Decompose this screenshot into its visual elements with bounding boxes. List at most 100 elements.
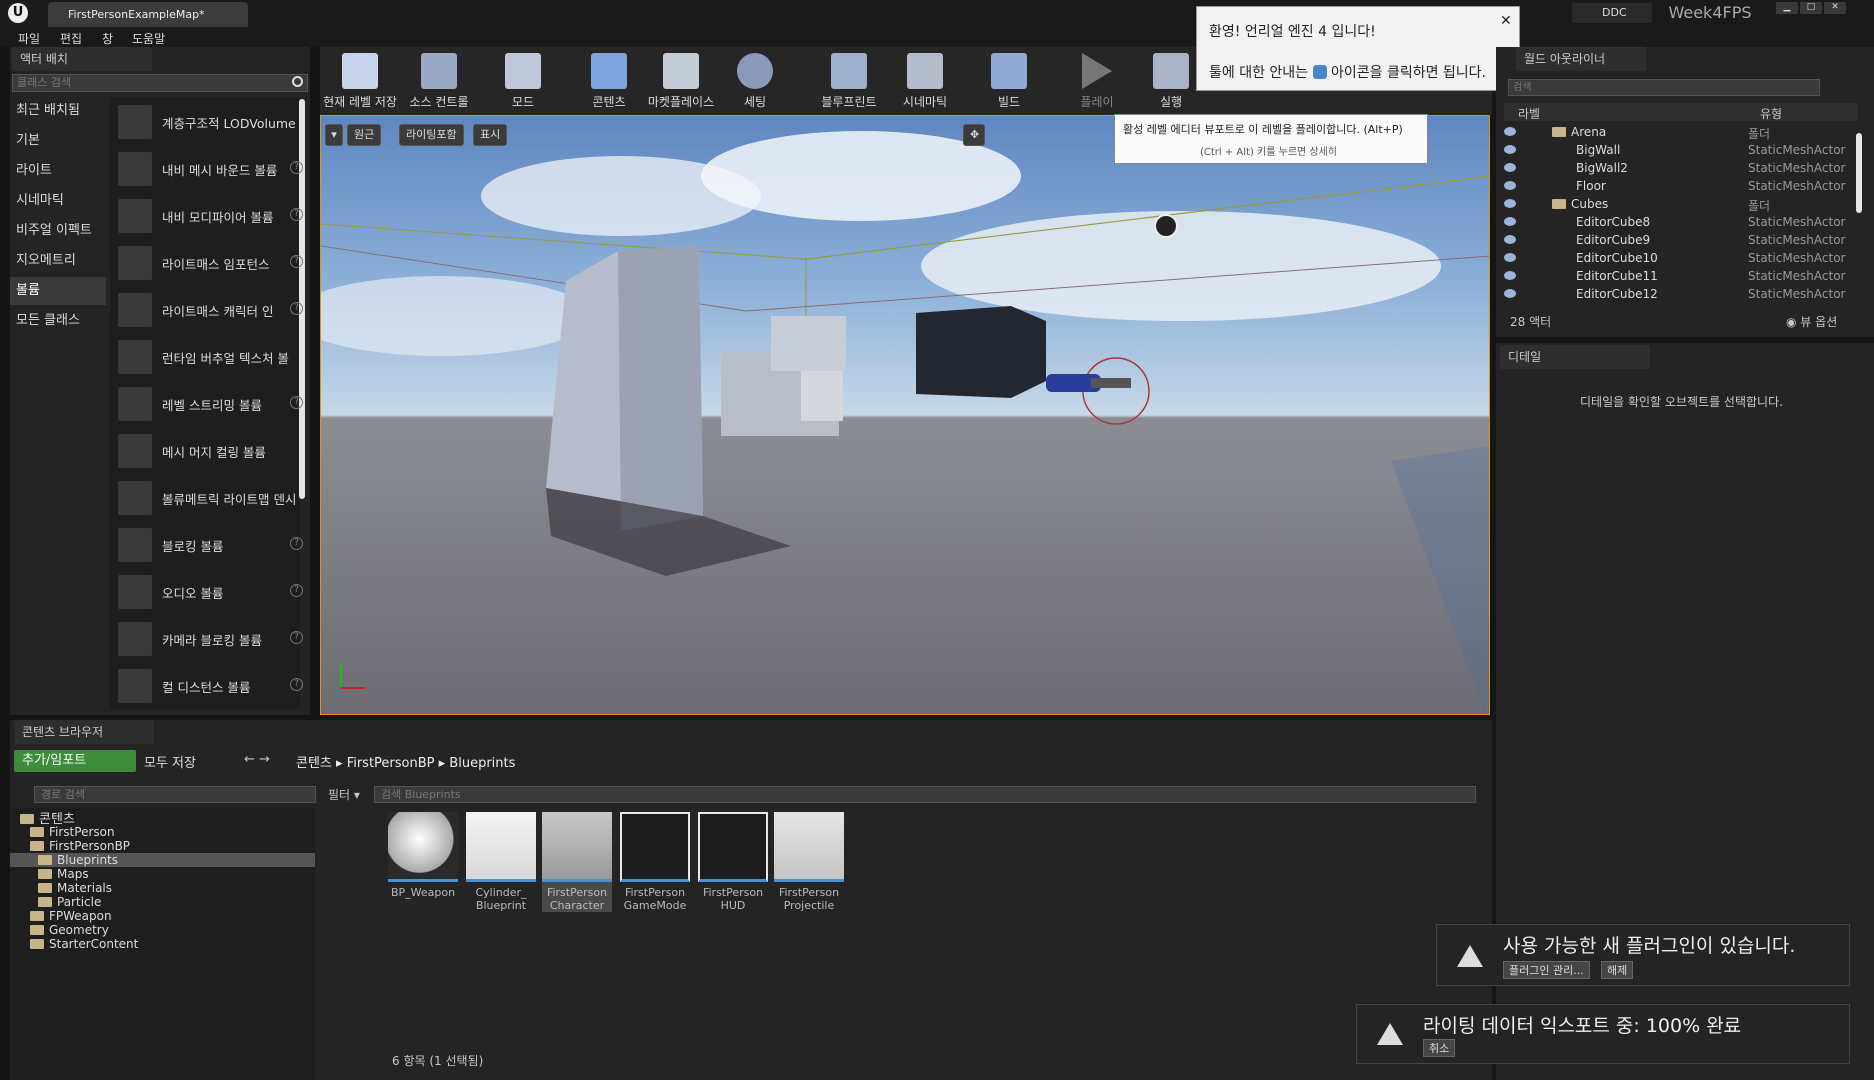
category-visual-effects[interactable]: 비주얼 이펙트 [10, 217, 106, 245]
save-current-level-button[interactable]: 현재 레벨 저장 [322, 47, 398, 115]
breadcrumb-blueprints[interactable]: Blueprints [449, 756, 515, 771]
breadcrumb-firstpersonbp[interactable]: FirstPersonBP [347, 756, 435, 771]
content-button[interactable]: 콘텐츠 [582, 47, 636, 115]
play-button[interactable]: 플레이 [1070, 47, 1124, 115]
view-options-button[interactable]: ◉ 뷰 옵션 [1786, 313, 1837, 330]
tree-item[interactable]: Particle [38, 895, 101, 909]
settings-button[interactable]: 세팅 [728, 47, 782, 115]
blueprints-button[interactable]: 블루프린트 [816, 47, 882, 115]
transform-icon[interactable]: ✥ [963, 124, 985, 146]
list-item[interactable]: 카메라 블로킹 볼륨? [114, 617, 304, 661]
maximize-button[interactable]: □ [1800, 2, 1822, 14]
list-item[interactable]: 계층구조적 LODVolume [114, 100, 304, 144]
build-button[interactable]: 빌드 [982, 47, 1036, 115]
asset-tile[interactable]: Cylinder_ Blueprint [466, 812, 536, 912]
eye-icon[interactable] [1504, 163, 1516, 172]
table-row[interactable]: BigWall2 StaticMeshActor [1496, 159, 1866, 177]
help-icon[interactable]: ? [290, 302, 303, 315]
eye-icon[interactable] [1504, 253, 1516, 262]
eye-icon[interactable] [1504, 289, 1516, 298]
menu-help[interactable]: 도움말 [132, 30, 165, 47]
column-label[interactable]: 라벨 [1518, 105, 1540, 122]
table-row[interactable]: EditorCube11 StaticMeshActor [1496, 267, 1866, 285]
show-button[interactable]: 표시 [473, 124, 508, 146]
list-item[interactable]: 내비 메시 바운드 볼륨? [114, 147, 304, 191]
list-item[interactable]: 메시 머지 컬링 볼륨 [114, 429, 304, 473]
category-lights[interactable]: 라이트 [10, 157, 106, 185]
menu-file[interactable]: 파일 [18, 30, 40, 47]
list-item[interactable]: 라이트매스 임포턴스? [114, 241, 304, 285]
help-icon[interactable]: ? [290, 537, 303, 550]
outliner-search-input[interactable]: 검색 [1508, 79, 1820, 96]
eye-icon[interactable] [1504, 127, 1516, 136]
tree-item[interactable]: FPWeapon [30, 909, 112, 923]
tab-details[interactable]: 디테일 [1500, 345, 1650, 369]
tree-item[interactable]: Geometry [30, 923, 109, 937]
tab-world-outliner[interactable]: 월드 아웃라이너 [1516, 47, 1646, 71]
minimize-button[interactable]: ▁ [1776, 2, 1798, 14]
table-row[interactable]: EditorCube12 StaticMeshActor [1496, 285, 1866, 303]
cube-mesh[interactable] [771, 316, 846, 371]
manage-plugins-button[interactable]: 플러그인 관리... [1503, 961, 1590, 979]
close-icon[interactable]: ✕ [1500, 13, 1512, 29]
dark-cube-mesh[interactable] [916, 306, 1046, 398]
tree-item[interactable]: Maps [38, 867, 89, 881]
help-icon[interactable]: ? [290, 396, 303, 409]
menu-window[interactable]: 창 [102, 30, 113, 47]
asset-search-input[interactable]: 검색 Blueprints [374, 786, 1476, 803]
eye-icon[interactable] [1504, 181, 1516, 190]
table-row[interactable]: Floor StaticMeshActor [1496, 177, 1866, 195]
eye-icon[interactable] [1504, 217, 1516, 226]
modes-button[interactable]: 모드 [496, 47, 550, 115]
save-all-button[interactable]: 모두 저장 [144, 752, 196, 771]
tree-item[interactable]: StarterContent [30, 937, 138, 951]
help-icon[interactable]: ? [290, 678, 303, 691]
table-row[interactable]: EditorCube8 StaticMeshActor [1496, 213, 1866, 231]
category-geometry[interactable]: 지오메트리 [10, 247, 106, 275]
list-item[interactable]: 컬 디스턴스 볼륨? [114, 664, 304, 708]
table-row[interactable]: Cubes 폴더 [1496, 195, 1866, 213]
marketplace-button[interactable]: 마켓플레이스 [646, 47, 716, 115]
viewport-options-button[interactable]: ▾ [325, 124, 343, 146]
path-search-input[interactable]: 경로 검색 [34, 786, 316, 803]
eye-icon[interactable] [1504, 235, 1516, 244]
close-window-button[interactable]: ✕ [1824, 2, 1846, 14]
perspective-button[interactable]: 원근 [347, 124, 382, 146]
category-recent[interactable]: 최근 배치됨 [10, 97, 106, 125]
dismiss-button[interactable]: 해제 [1601, 961, 1634, 979]
document-tab[interactable]: FirstPersonExampleMap* [48, 2, 248, 27]
unreal-logo-icon[interactable]: U [8, 3, 28, 23]
tree-item[interactable]: Blueprints [10, 853, 315, 867]
help-icon[interactable]: ? [290, 255, 303, 268]
tree-item[interactable]: FirstPersonBP [30, 839, 130, 853]
table-row[interactable]: EditorCube10 StaticMeshActor [1496, 249, 1866, 267]
asset-tile[interactable]: FirstPerson HUD [698, 812, 768, 912]
category-volumes[interactable]: 볼륨 [10, 277, 106, 305]
tree-item[interactable]: Materials [38, 881, 112, 895]
ddc-indicator[interactable]: DDC [1572, 3, 1652, 23]
help-icon[interactable]: ? [290, 161, 303, 174]
launch-button[interactable]: 실행 [1144, 47, 1198, 115]
character-mesh[interactable] [1091, 378, 1131, 388]
add-import-button[interactable]: 추가/임포트 [14, 750, 136, 772]
cinematics-button[interactable]: 시네마틱 [892, 47, 958, 115]
eye-icon[interactable] [1504, 145, 1516, 154]
table-row[interactable]: Arena 폴더 [1496, 123, 1866, 141]
asset-tile[interactable]: BP_Weapon [388, 812, 458, 899]
level-viewport[interactable]: ▾ 원근 라이팅포함 표시 ✥ 4 □ [320, 115, 1490, 715]
eye-icon[interactable] [1504, 199, 1516, 208]
list-item[interactable]: 블로킹 볼륨? [114, 523, 304, 567]
menu-edit[interactable]: 편집 [60, 30, 82, 47]
outliner-scroll-thumb[interactable] [1856, 133, 1862, 213]
list-item[interactable]: 레벨 스트리밍 볼륨? [114, 382, 304, 426]
source-control-button[interactable]: 소스 컨트롤 [406, 47, 472, 115]
table-row[interactable]: BigWall StaticMeshActor [1496, 141, 1866, 159]
list-item[interactable]: 볼류메트릭 라이트맵 덴시 [114, 476, 304, 520]
eye-icon[interactable] [1504, 271, 1516, 280]
category-basic[interactable]: 기본 [10, 127, 106, 155]
cancel-button[interactable]: 취소 [1423, 1039, 1456, 1057]
category-cinematic[interactable]: 시네마틱 [10, 187, 106, 215]
breadcrumb-content[interactable]: 콘텐츠 [296, 756, 332, 771]
list-item[interactable]: 라이트매스 캐릭터 인? [114, 288, 304, 332]
tree-item[interactable]: FirstPerson [30, 825, 115, 839]
